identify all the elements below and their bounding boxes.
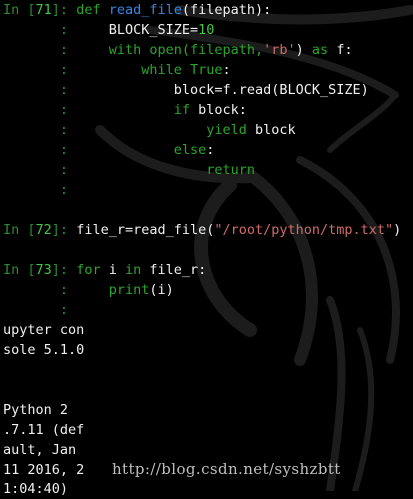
input-prompt: In [73]: bbox=[3, 262, 69, 278]
string-literal: "/root/python/tmp.txt" bbox=[214, 222, 394, 238]
cell-71-line-2: : BLOCK_SIZE=10 bbox=[59, 22, 215, 38]
cell-71-line-7: : yield block bbox=[59, 122, 296, 138]
cell-71-line-8: : else: bbox=[59, 142, 215, 158]
cell-73-line-3: : bbox=[59, 302, 69, 318]
cell-71-line-9: : return bbox=[59, 162, 255, 178]
output-line: .7.11 (def bbox=[3, 422, 85, 438]
function-name: read_file bbox=[108, 2, 182, 18]
cell-73-line-2: : print(i) bbox=[59, 282, 174, 298]
cell-71-line-1: In [71]: def read_file(filepath): bbox=[3, 2, 272, 18]
output-line: 1:04:40) bbox=[3, 481, 69, 497]
cell-71-line-10: : bbox=[59, 182, 69, 198]
cell-71-line-4: : while True: bbox=[59, 62, 231, 78]
ipython-terminal[interactable]: In [71]: def read_file(filepath): : BLOC… bbox=[0, 0, 413, 497]
keyword-def: def bbox=[76, 2, 101, 18]
output-line: ault, Jan bbox=[3, 442, 77, 458]
cell-73-line-1: In [73]: for i in file_r: bbox=[3, 262, 207, 278]
watermark-url: http://blog.csdn.net/syshzbtt bbox=[112, 460, 341, 478]
output-line: sole 5.1.0 bbox=[3, 342, 85, 358]
output-line: upyter con bbox=[3, 322, 85, 338]
cell-71-line-5: : block=f.read(BLOCK_SIZE) bbox=[59, 82, 369, 98]
continuation-prompt: : bbox=[59, 22, 69, 38]
cell-71-line-3: : with open(filepath,'rb') as f: bbox=[59, 42, 353, 58]
output-line: Python 2 bbox=[3, 402, 69, 418]
cell-71-line-6: : if block: bbox=[59, 102, 247, 118]
input-prompt: In [72]: bbox=[3, 222, 69, 238]
cell-72-line-1: In [72]: file_r=read_file("/root/python/… bbox=[3, 222, 402, 238]
output-line: 11 2016, 2 bbox=[3, 462, 85, 478]
input-prompt: In [71]: bbox=[3, 2, 69, 18]
